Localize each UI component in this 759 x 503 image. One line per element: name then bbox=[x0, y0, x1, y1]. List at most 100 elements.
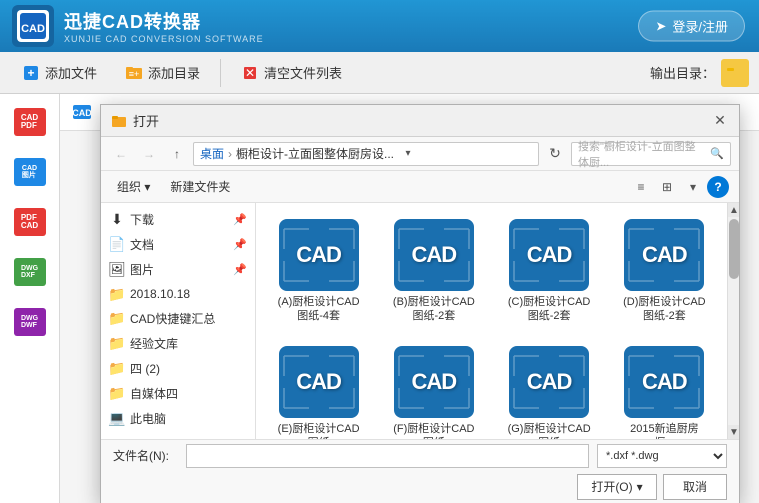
open-arrow-icon: ▾ bbox=[637, 480, 643, 494]
tree-label-downloads: 下载 bbox=[130, 211, 154, 228]
filename-input[interactable] bbox=[186, 444, 589, 468]
breadcrumb-folder: 橱柜设计-立面图整体厨房设... bbox=[236, 145, 394, 162]
pictures-icon: 🖼 bbox=[109, 262, 125, 278]
main-area: CADPDF CAD图片 PDFCAD DWGDXF DWGDWF bbox=[0, 94, 759, 503]
dialog-body: ⬇ 下载 📌 📄 文档 📌 🖼 图片 📌 bbox=[101, 203, 739, 439]
file-thumb-2: CAD bbox=[509, 219, 589, 291]
app-subtitle: XUNJIE CAD CONVERSION SOFTWARE bbox=[64, 34, 264, 44]
sidebar-item-cad-img[interactable]: CAD图片 bbox=[4, 148, 56, 196]
dwg-dxf-icon: DWGDXF bbox=[14, 258, 46, 286]
add-dir-icon: ≡+ bbox=[125, 64, 143, 82]
tree-item-date[interactable]: 📁 2018.10.18 bbox=[101, 282, 255, 306]
add-file-button[interactable]: + 添加文件 bbox=[10, 58, 109, 87]
tree-item-experience[interactable]: 📁 经验文库 bbox=[101, 331, 255, 356]
title-text: 迅捷CAD转换器 XUNJIE CAD CONVERSION SOFTWARE bbox=[64, 8, 264, 44]
logo-inner: CAD bbox=[17, 10, 49, 42]
login-button[interactable]: ➤ 登录/注册 bbox=[638, 11, 745, 42]
login-icon: ➤ bbox=[655, 18, 666, 34]
tree-item-downloads[interactable]: ⬇ 下载 📌 bbox=[101, 207, 255, 232]
view-list-button[interactable]: ≡ bbox=[629, 175, 653, 199]
main-toolbar: + 添加文件 ≡+ 添加目录 ✕ 清空文件列表 输出目录： bbox=[0, 52, 759, 94]
cancel-label: 取消 bbox=[683, 478, 707, 495]
file-item-2[interactable]: CAD (C)厨柜设计CAD图纸-2套 bbox=[497, 213, 602, 330]
dialog-titlebar: 打开 ✕ bbox=[101, 105, 739, 137]
computer-icon: 💻 bbox=[109, 411, 125, 427]
tree-item-cad-shortcuts[interactable]: 📁 CAD快捷键汇总 bbox=[101, 306, 255, 331]
add-dir-button[interactable]: ≡+ 添加目录 bbox=[113, 58, 212, 87]
dialog-folder-icon bbox=[111, 113, 127, 129]
sidebar-item-pdf-cad[interactable]: PDFCAD bbox=[4, 198, 56, 246]
open-label: 打开(O) bbox=[591, 478, 632, 495]
scroll-up-button[interactable]: ▲ bbox=[728, 203, 739, 217]
filename-row: 文件名(N): *.dxf *.dwg bbox=[113, 444, 727, 468]
file-item-5[interactable]: CAD (F)厨柜设计CAD图纸 bbox=[381, 340, 486, 439]
cancel-button[interactable]: 取消 bbox=[663, 474, 727, 500]
file-thumb-6: CAD bbox=[509, 346, 589, 418]
dialog-buttons: 打开(O) ▾ 取消 bbox=[577, 474, 727, 500]
file-item-6[interactable]: CAD (G)厨柜设计CAD图纸 bbox=[497, 340, 602, 439]
buttons-row: 打开(O) ▾ 取消 bbox=[113, 474, 727, 500]
tree-item-four[interactable]: 📁 四 (2) bbox=[101, 356, 255, 381]
sidebar-item-cad-pdf[interactable]: CADPDF bbox=[4, 98, 56, 146]
scroll-thumb[interactable] bbox=[729, 219, 739, 279]
file-name-6: (G)厨柜设计CAD图纸 bbox=[505, 422, 593, 439]
docs-icon: 📄 bbox=[109, 237, 125, 253]
help-button[interactable]: ? bbox=[707, 176, 729, 198]
organize-label: 组织 ▾ bbox=[117, 178, 150, 195]
tree-item-docs[interactable]: 📄 文档 📌 bbox=[101, 232, 255, 257]
folder-icon-experience: 📁 bbox=[109, 336, 125, 352]
file-thumb-5: CAD bbox=[394, 346, 474, 418]
breadcrumb-desktop[interactable]: 桌面 bbox=[200, 145, 224, 162]
tree-label-cad-shortcuts: CAD快捷键汇总 bbox=[130, 310, 215, 327]
sidebar-item-dwg-dwf[interactable]: DWGDWF bbox=[4, 298, 56, 346]
file-item-4[interactable]: CAD (E)厨柜设计CAD图纸 bbox=[266, 340, 371, 439]
title-bar: CAD 迅捷CAD转换器 XUNJIE CAD CONVERSION SOFTW… bbox=[0, 0, 759, 52]
breadcrumb[interactable]: 桌面 › 橱柜设计-立面图整体厨房设... ▾ bbox=[193, 142, 539, 166]
folder-icon-four: 📁 bbox=[109, 361, 125, 377]
add-dir-label: 添加目录 bbox=[148, 63, 200, 82]
dialog-close-button[interactable]: ✕ bbox=[711, 112, 729, 130]
search-box[interactable]: 搜索"橱柜设计-立面图整体厨... 🔍 bbox=[571, 142, 731, 166]
dialog-scrollbar: ▲ ▼ bbox=[727, 203, 739, 439]
new-folder-button[interactable]: 新建文件夹 bbox=[162, 176, 238, 197]
open-button[interactable]: 打开(O) ▾ bbox=[577, 474, 657, 500]
tree-label-four: 四 (2) bbox=[130, 360, 160, 377]
organize-button[interactable]: 组织 ▾ bbox=[111, 176, 156, 197]
view-grid-button[interactable]: ⊞ bbox=[655, 175, 679, 199]
tree-label-docs: 文档 bbox=[130, 236, 154, 253]
pin-icon-docs: 📌 bbox=[233, 238, 247, 251]
file-item-0[interactable]: CAD (A)厨柜设计CAD图纸-4套 bbox=[266, 213, 371, 330]
search-icon: 🔍 bbox=[710, 147, 724, 160]
file-item-3[interactable]: CAD (D)厨柜设计CAD图纸-2套 bbox=[612, 213, 717, 330]
file-name-1: (B)厨柜设计CAD图纸-2套 bbox=[390, 295, 478, 324]
file-thumb-3: CAD bbox=[624, 219, 704, 291]
file-item-1[interactable]: CAD (B)厨柜设计CAD图纸-2套 bbox=[381, 213, 486, 330]
breadcrumb-dropdown[interactable]: ▾ bbox=[398, 144, 418, 164]
sidebar-item-dwg-dxf[interactable]: DWGDXF bbox=[4, 248, 56, 296]
refresh-button[interactable]: ↻ bbox=[543, 142, 567, 166]
tree-item-this-pc[interactable]: 💻 此电脑 bbox=[101, 406, 255, 431]
file-item-7[interactable]: CAD 2015新追厨房橱... bbox=[612, 340, 717, 439]
cad-img-icon: CAD图片 bbox=[14, 158, 46, 186]
tree-label-media: 自媒体四 bbox=[130, 385, 178, 402]
download-icon: ⬇ bbox=[109, 212, 125, 228]
filetype-select[interactable]: *.dxf *.dwg bbox=[597, 444, 727, 468]
view-dropdown-button[interactable]: ▾ bbox=[681, 175, 705, 199]
nav-forward-button[interactable]: → bbox=[137, 142, 161, 166]
tree-item-media[interactable]: 📁 自媒体四 bbox=[101, 381, 255, 406]
scroll-down-button[interactable]: ▼ bbox=[728, 425, 739, 439]
nav-back-button[interactable]: ← bbox=[109, 142, 133, 166]
tree-item-pictures[interactable]: 🖼 图片 📌 bbox=[101, 257, 255, 282]
output-folder-button[interactable] bbox=[721, 59, 749, 87]
clear-list-button[interactable]: ✕ 清空文件列表 bbox=[229, 58, 354, 87]
file-name-3: (D)厨柜设计CAD图纸-2套 bbox=[620, 295, 708, 324]
folder-icon-cad-shortcuts: 📁 bbox=[109, 311, 125, 327]
clear-list-label: 清空文件列表 bbox=[264, 63, 342, 82]
svg-text:CAD: CAD bbox=[21, 23, 45, 35]
filename-label: 文件名(N): bbox=[113, 447, 178, 464]
file-name-2: (C)厨柜设计CAD图纸-2套 bbox=[505, 295, 593, 324]
tree-label-pictures: 图片 bbox=[130, 261, 154, 278]
nav-up-button[interactable]: ↑ bbox=[165, 142, 189, 166]
file-dialog: 打开 ✕ ← → ↑ 桌面 › 橱柜设计-立面图整体厨房设... ▾ ↻ 搜索"… bbox=[100, 104, 740, 503]
output-label: 输出目录： bbox=[650, 59, 749, 87]
